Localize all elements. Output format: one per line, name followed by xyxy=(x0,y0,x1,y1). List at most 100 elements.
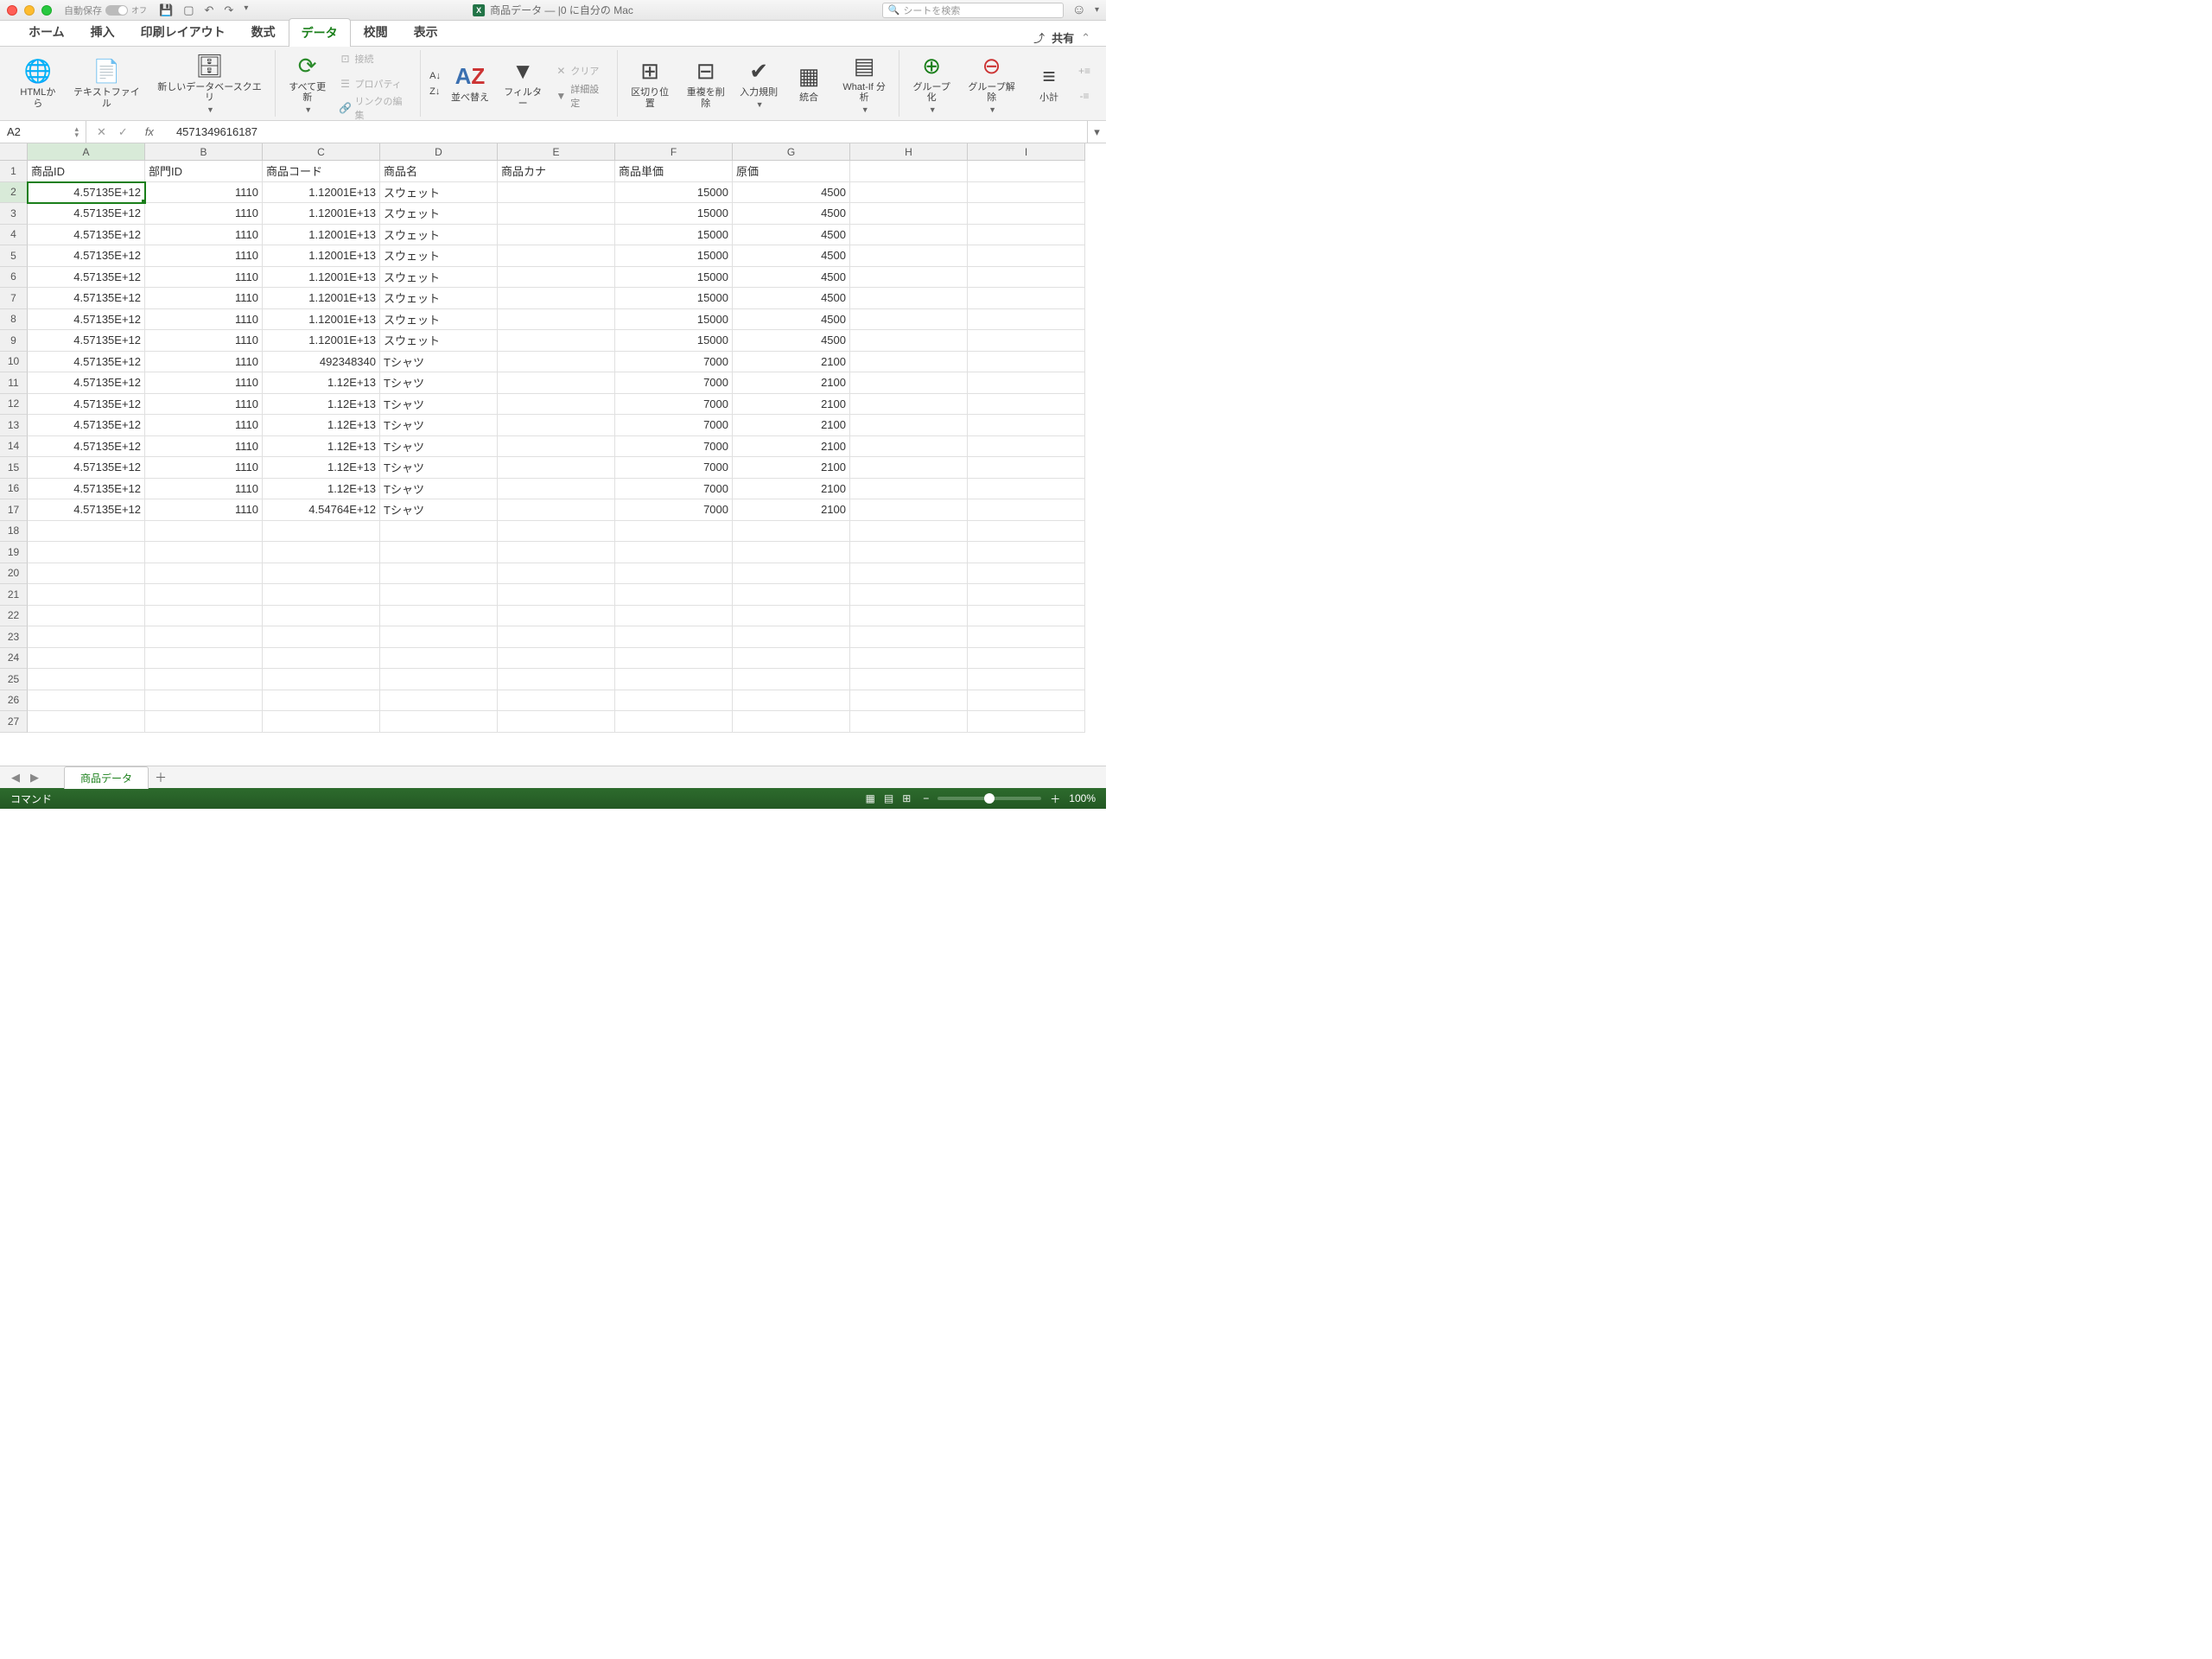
column-header-C[interactable]: C xyxy=(263,143,380,161)
sheet-tab[interactable]: 商品データ xyxy=(64,766,149,789)
tab-校閲[interactable]: 校閲 xyxy=(351,17,401,46)
cell-A25[interactable] xyxy=(28,669,145,690)
cell-I22[interactable] xyxy=(968,606,1085,627)
cell-E20[interactable] xyxy=(498,563,615,585)
cell-B21[interactable] xyxy=(145,584,263,606)
cell-G24[interactable] xyxy=(733,648,850,670)
cell-D9[interactable]: スウェット xyxy=(380,330,498,352)
cell-H16[interactable] xyxy=(850,479,968,500)
cell-E27[interactable] xyxy=(498,711,615,733)
cell-G8[interactable]: 4500 xyxy=(733,309,850,331)
cell-B7[interactable]: 1110 xyxy=(145,288,263,309)
cell-E13[interactable] xyxy=(498,415,615,436)
cell-F19[interactable] xyxy=(615,542,733,563)
cell-D1[interactable]: 商品名 xyxy=(380,161,498,182)
cell-A26[interactable] xyxy=(28,690,145,712)
cell-A23[interactable] xyxy=(28,626,145,648)
row-header-1[interactable]: 1 xyxy=(0,161,28,182)
cell-B19[interactable] xyxy=(145,542,263,563)
cell-D14[interactable]: Tシャツ xyxy=(380,436,498,458)
cell-B5[interactable]: 1110 xyxy=(145,245,263,267)
cell-D17[interactable]: Tシャツ xyxy=(380,499,498,521)
cell-I4[interactable] xyxy=(968,225,1085,246)
zoom-slider[interactable] xyxy=(938,797,1041,800)
tab-ホーム[interactable]: ホーム xyxy=(16,17,78,46)
cell-D13[interactable]: Tシャツ xyxy=(380,415,498,436)
cell-D3[interactable]: スウェット xyxy=(380,203,498,225)
cell-G15[interactable]: 2100 xyxy=(733,457,850,479)
cell-E15[interactable] xyxy=(498,457,615,479)
cell-I1[interactable] xyxy=(968,161,1085,182)
row-header-9[interactable]: 9 xyxy=(0,330,28,352)
cell-C19[interactable] xyxy=(263,542,380,563)
cells-area[interactable]: 商品ID部門ID商品コード商品名商品カナ商品単価原価4.57135E+12111… xyxy=(28,161,1085,733)
cell-B6[interactable]: 1110 xyxy=(145,267,263,289)
cell-I3[interactable] xyxy=(968,203,1085,225)
cell-D5[interactable]: スウェット xyxy=(380,245,498,267)
cell-H26[interactable] xyxy=(850,690,968,712)
cell-G11[interactable]: 2100 xyxy=(733,372,850,394)
cell-F15[interactable]: 7000 xyxy=(615,457,733,479)
cell-H18[interactable] xyxy=(850,521,968,543)
row-header-21[interactable]: 21 xyxy=(0,584,28,606)
cell-G18[interactable] xyxy=(733,521,850,543)
cell-B13[interactable]: 1110 xyxy=(145,415,263,436)
cell-F18[interactable] xyxy=(615,521,733,543)
cell-D24[interactable] xyxy=(380,648,498,670)
cell-F12[interactable]: 7000 xyxy=(615,394,733,416)
cell-F14[interactable]: 7000 xyxy=(615,436,733,458)
cell-B8[interactable]: 1110 xyxy=(145,309,263,331)
cell-B4[interactable]: 1110 xyxy=(145,225,263,246)
cell-E8[interactable] xyxy=(498,309,615,331)
cell-H9[interactable] xyxy=(850,330,968,352)
cell-H19[interactable] xyxy=(850,542,968,563)
fx-icon[interactable]: fx xyxy=(140,125,159,138)
column-header-G[interactable]: G xyxy=(733,143,850,161)
row-header-8[interactable]: 8 xyxy=(0,309,28,331)
cell-I13[interactable] xyxy=(968,415,1085,436)
cell-H10[interactable] xyxy=(850,352,968,373)
cell-I11[interactable] xyxy=(968,372,1085,394)
cell-G1[interactable]: 原価 xyxy=(733,161,850,182)
cell-G19[interactable] xyxy=(733,542,850,563)
minimize-window-button[interactable] xyxy=(24,5,35,16)
cell-I6[interactable] xyxy=(968,267,1085,289)
cell-B26[interactable] xyxy=(145,690,263,712)
cancel-icon[interactable]: ✕ xyxy=(97,125,106,139)
cell-G6[interactable]: 4500 xyxy=(733,267,850,289)
cell-H27[interactable] xyxy=(850,711,968,733)
cell-G5[interactable]: 4500 xyxy=(733,245,850,267)
cell-C12[interactable]: 1.12E+13 xyxy=(263,394,380,416)
cell-B14[interactable]: 1110 xyxy=(145,436,263,458)
cell-E6[interactable] xyxy=(498,267,615,289)
cell-D15[interactable]: Tシャツ xyxy=(380,457,498,479)
cell-H6[interactable] xyxy=(850,267,968,289)
cell-A14[interactable]: 4.57135E+12 xyxy=(28,436,145,458)
redo-icon[interactable]: ↷ xyxy=(224,3,233,17)
cell-E14[interactable] xyxy=(498,436,615,458)
connections-button[interactable]: ⊡接続 xyxy=(339,48,411,70)
cell-E12[interactable] xyxy=(498,394,615,416)
cell-I26[interactable] xyxy=(968,690,1085,712)
cell-D22[interactable] xyxy=(380,606,498,627)
cell-F26[interactable] xyxy=(615,690,733,712)
cell-C1[interactable]: 商品コード xyxy=(263,161,380,182)
collapse-ribbon-icon[interactable]: ⌃ xyxy=(1081,31,1090,45)
cell-H15[interactable] xyxy=(850,457,968,479)
cell-G13[interactable]: 2100 xyxy=(733,415,850,436)
cell-H13[interactable] xyxy=(850,415,968,436)
cell-A4[interactable]: 4.57135E+12 xyxy=(28,225,145,246)
cell-H25[interactable] xyxy=(850,669,968,690)
row-header-26[interactable]: 26 xyxy=(0,690,28,712)
sort-button[interactable]: AZ並べ替え xyxy=(449,63,491,104)
zoom-in-button[interactable]: ＋ xyxy=(1050,791,1060,806)
cell-D2[interactable]: スウェット xyxy=(380,182,498,204)
cell-B24[interactable] xyxy=(145,648,263,670)
cell-E17[interactable] xyxy=(498,499,615,521)
zoom-window-button[interactable] xyxy=(41,5,52,16)
title-more-icon[interactable]: ▾ xyxy=(1095,5,1099,15)
cell-I24[interactable] xyxy=(968,648,1085,670)
cell-I15[interactable] xyxy=(968,457,1085,479)
cell-A13[interactable]: 4.57135E+12 xyxy=(28,415,145,436)
cell-H3[interactable] xyxy=(850,203,968,225)
